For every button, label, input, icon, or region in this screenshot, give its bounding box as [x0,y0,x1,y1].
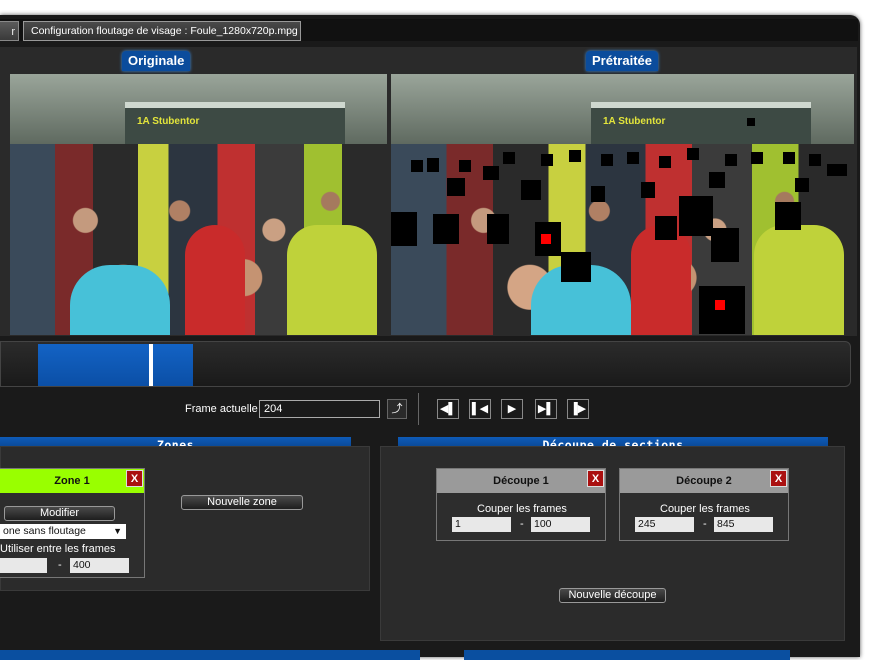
face-mask [795,178,809,192]
cut-1-from-input[interactable]: 1 [452,517,511,532]
original-label: Originale [122,51,191,71]
face-mask [687,148,699,160]
cut-1-dash: - [520,518,524,530]
cut-2-from-input[interactable]: 245 [635,517,694,532]
new-zone-button[interactable]: Nouvelle zone [181,495,303,510]
face-mask [391,212,417,246]
person-yellow-jacket [754,225,844,335]
cut-1-label: Couper les frames [477,503,567,515]
face-mask [411,160,423,172]
face-mask [487,214,509,244]
face-mask [591,186,605,202]
red-marker [715,300,725,310]
face-mask [459,160,471,172]
bus-sign: 1A Stubentor [603,116,666,127]
zone-to-input[interactable]: 400 [70,558,129,573]
cut-2-label: Couper les frames [660,503,750,515]
new-cut-button[interactable]: Nouvelle découpe [559,588,666,603]
fast-forward-icon[interactable]: ▐▶ [567,399,589,419]
person-red-jacket [631,225,691,335]
frame-input[interactable] [259,400,380,418]
face-mask [827,164,847,176]
face-mask [775,202,801,230]
face-mask [483,166,499,180]
cut-card-2: Découpe 2 X Couper les frames 245 - 845 [619,468,789,541]
enter-arrow-icon[interactable]: ⤴ [387,399,407,419]
zone-mode-select[interactable]: one sans floutage ▼ [0,524,126,539]
face-mask [711,228,739,262]
frame-label: Frame actuelle [185,403,258,415]
dropdown-arrow-icon: ▼ [113,526,122,536]
bottom-section-header-left [0,650,420,660]
cut-2-title: Découpe 2 [620,469,788,493]
previous-frame-icon[interactable]: ▌◀ [469,399,491,419]
face-mask [699,286,745,334]
modify-zone-button[interactable]: Modifier [4,506,115,521]
face-mask [561,252,591,282]
face-mask [783,152,795,164]
processed-label: Prétraitée [586,51,658,71]
cut-1-to-input[interactable]: 100 [531,517,590,532]
face-mask [427,158,439,172]
cut-2-to-input[interactable]: 845 [714,517,773,532]
rewind-icon[interactable]: ◀▌ [437,399,459,419]
face-mask [447,178,465,196]
red-marker [541,234,551,244]
zone-close-button[interactable]: X [126,470,143,487]
face-mask [641,182,655,198]
zone-from-input[interactable] [0,558,47,573]
face-mask [679,196,713,236]
cut-card-1: Découpe 1 X Couper les frames 1 - 100 [436,468,606,541]
zone-range-dash: - [58,559,62,571]
zone-card: Zone 1 X Modifier one sans floutage ▼ Ut… [0,468,145,578]
cut-1-title: Découpe 1 [437,469,605,493]
face-mask [521,180,541,200]
divider [418,393,419,425]
next-frame-icon[interactable]: ▶▌ [535,399,557,419]
face-mask [659,156,671,168]
face-mask [747,118,755,126]
face-mask [655,216,677,240]
face-mask [601,154,613,166]
cut-2-dash: - [703,518,707,530]
face-mask [433,214,459,244]
face-mask [627,152,639,164]
person-red-jacket [185,225,245,335]
face-mask [569,150,581,162]
zone-mode-value: one sans floutage [3,525,86,537]
face-mask [541,154,553,166]
bottom-section-header-right [464,650,790,660]
tab-face-blur-config[interactable]: Configuration floutage de visage : Foule… [23,21,301,41]
face-mask [709,172,725,188]
bus-sign: 1A Stubentor [137,116,200,127]
play-icon[interactable]: ▶ [501,399,523,419]
zone-range-label: Utiliser entre les frames [0,543,116,555]
face-mask [751,152,763,164]
cut-1-close-button[interactable]: X [587,470,604,487]
face-mask [503,152,515,164]
person-blue-top [70,265,170,335]
face-mask [725,154,737,166]
cut-2-close-button[interactable]: X [770,470,787,487]
timeline-cut-segment[interactable] [38,344,193,386]
timeline-cursor[interactable] [149,344,153,386]
original-video: 1A Stubentor [10,74,387,335]
tab-previous[interactable]: r [0,21,19,41]
person-yellow-jacket [287,225,377,335]
face-mask [809,154,821,166]
zone-title: Zone 1 [0,469,144,493]
processed-video: 1A Stubentor [391,74,854,335]
